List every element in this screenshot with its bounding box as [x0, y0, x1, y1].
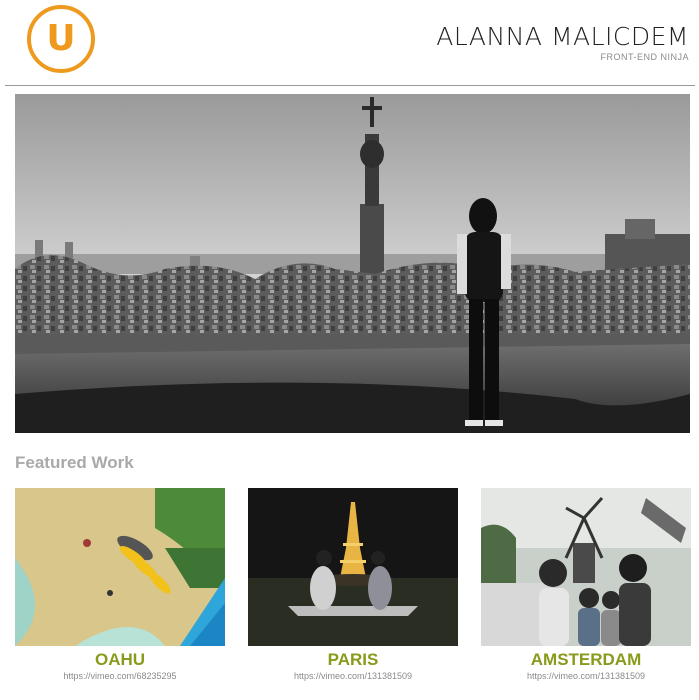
logo-icon[interactable]: U	[27, 5, 95, 73]
site-header: U ALANNA MALICDEM FRONT-END NINJA	[0, 0, 699, 86]
work-url-oahu: https://vimeo.com/68235295	[63, 671, 177, 681]
work-url-paris: https://vimeo.com/131381509	[293, 671, 413, 681]
work-thumbnail-oahu[interactable]	[15, 488, 225, 646]
work-title-paris[interactable]: PARIS	[248, 650, 458, 670]
work-card-oahu[interactable]: OAHU https://vimeo.com/68235295	[15, 488, 225, 681]
work-card-amsterdam[interactable]: AMSTERDAM https://vimeo.com/131381509	[481, 488, 691, 681]
work-title-amsterdam[interactable]: AMSTERDAM	[481, 650, 691, 670]
work-url-amsterdam: https://vimeo.com/131381509	[526, 671, 646, 681]
work-thumbnail-paris[interactable]	[248, 488, 458, 646]
work-card-paris[interactable]: PARIS https://vimeo.com/131381509	[248, 488, 458, 681]
logo-letter: U	[46, 18, 76, 59]
site-tagline: FRONT-END NINJA	[600, 52, 689, 62]
hero-image	[15, 94, 690, 433]
header-divider	[5, 85, 695, 86]
work-title-oahu[interactable]: OAHU	[15, 650, 225, 670]
featured-work-heading: Featured Work	[15, 453, 134, 472]
work-thumbnail-amsterdam[interactable]	[481, 488, 691, 646]
site-owner-name: ALANNA MALICDEM	[436, 22, 689, 51]
